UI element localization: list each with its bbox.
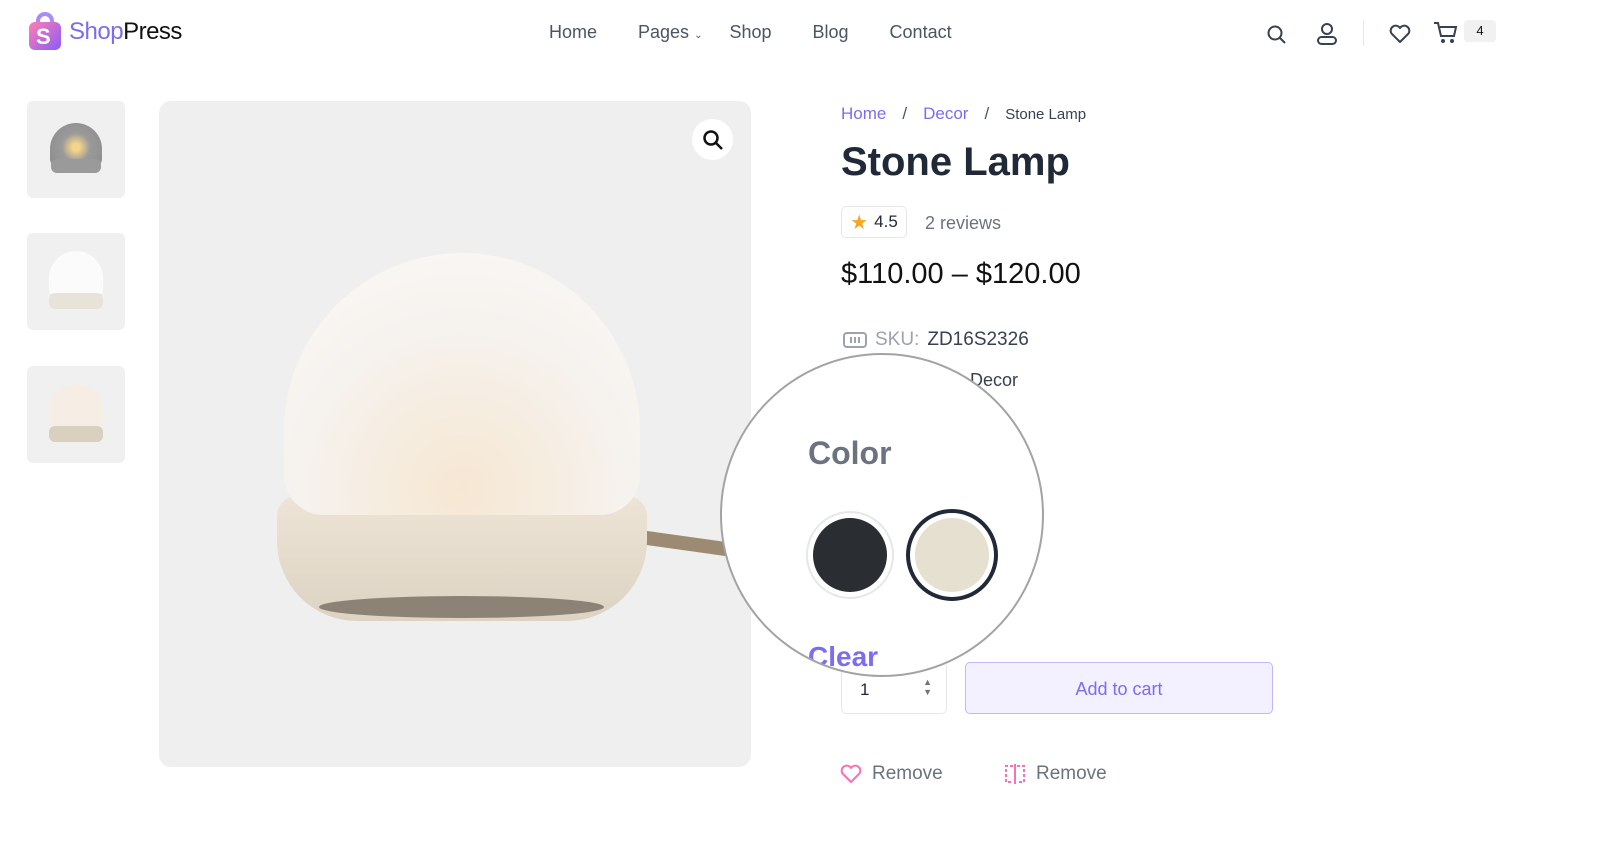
thumbnail-2[interactable]: [27, 233, 125, 330]
cart-count-badge: 4: [1464, 20, 1496, 42]
search-icon[interactable]: [1266, 24, 1288, 46]
sku: SKU: ZD16S2326: [843, 329, 1029, 351]
star-icon: ★: [850, 211, 869, 234]
nav-shop[interactable]: Shop: [729, 22, 771, 43]
breadcrumb-separator: /: [984, 104, 990, 123]
color-swatch-beige[interactable]: [906, 509, 998, 601]
nav-home[interactable]: Home: [549, 22, 597, 43]
breadcrumb-home[interactable]: Home: [841, 104, 886, 124]
rating-value: 4.5: [874, 212, 898, 231]
stepper-arrows-icon[interactable]: ▲ ▼: [923, 677, 932, 697]
brand-part2: Press: [123, 18, 182, 45]
divider: [1363, 20, 1364, 46]
cart-icon[interactable]: [1433, 21, 1459, 45]
main-nav: Home Pages ⌄ Shop Blog Contact: [549, 22, 993, 43]
reviews-link[interactable]: 2 reviews: [925, 213, 1001, 234]
chevron-down-icon: ⌄: [694, 30, 703, 41]
add-to-cart-button[interactable]: Add to cart: [965, 662, 1273, 714]
heart-icon[interactable]: [1389, 24, 1411, 44]
color-label: Color: [808, 435, 892, 471]
breadcrumb-decor[interactable]: Decor: [923, 104, 968, 124]
thumbnail-1[interactable]: [27, 101, 125, 198]
wishlist-remove-button[interactable]: Remove: [840, 763, 943, 785]
nav-contact[interactable]: Contact: [890, 22, 952, 43]
heart-icon: [840, 764, 862, 783]
color-magnifier: Color Clear: [720, 353, 1044, 677]
barcode-icon: [843, 332, 867, 348]
nav-blog[interactable]: Blog: [813, 22, 849, 43]
nav-pages[interactable]: Pages ⌄: [638, 22, 702, 43]
breadcrumb: Home / Decor / Stone Lamp: [841, 104, 1086, 124]
rating-badge: ★ 4.5: [841, 206, 907, 238]
brand-part1: Shop: [69, 18, 124, 45]
product-price: $110.00 – $120.00: [841, 258, 1081, 290]
compare-remove-button[interactable]: Remove: [1004, 763, 1107, 785]
breadcrumb-current: Stone Lamp: [1005, 106, 1087, 123]
compare-icon: [1005, 764, 1025, 784]
color-swatch-black[interactable]: [806, 511, 894, 599]
shopping-bag-logo-icon: S: [27, 12, 63, 52]
breadcrumb-separator: /: [902, 104, 908, 123]
thumbnail-3[interactable]: [27, 366, 125, 463]
product-main-image[interactable]: [159, 101, 751, 767]
user-icon[interactable]: [1316, 22, 1338, 46]
zoom-button[interactable]: [692, 119, 733, 160]
magnifier-icon: [702, 129, 723, 150]
clear-link[interactable]: Clear: [808, 641, 878, 673]
product-title: Stone Lamp: [841, 140, 1070, 184]
sku-value: ZD16S2326: [927, 329, 1029, 350]
logo[interactable]: S ShopPress: [27, 12, 182, 52]
